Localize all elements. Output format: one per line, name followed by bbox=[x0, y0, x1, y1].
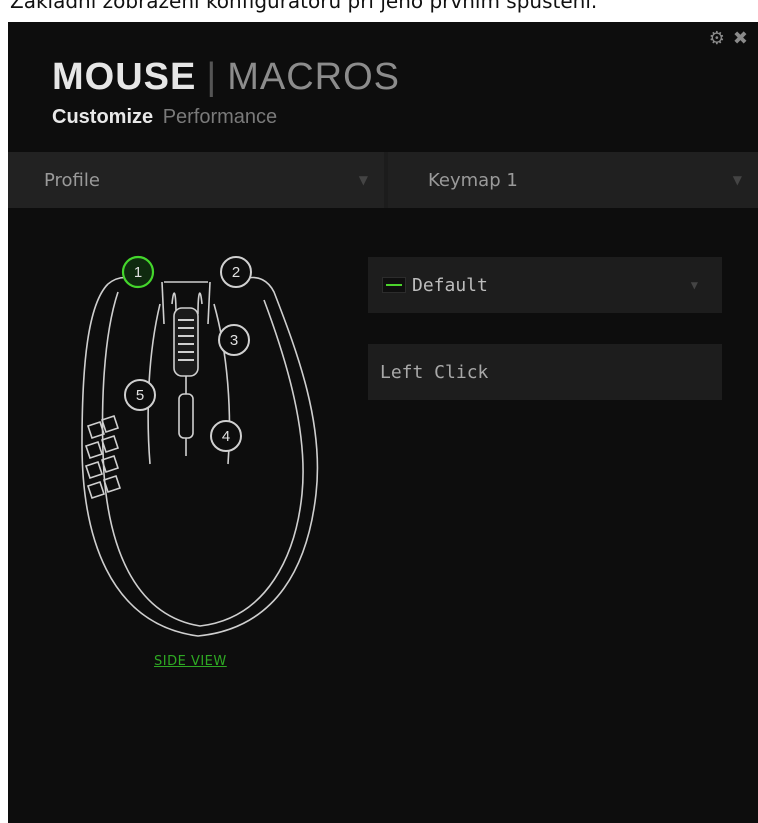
sub-tabs: Customize Performance bbox=[52, 106, 277, 129]
mouse-button-4-label: 4 bbox=[222, 428, 230, 445]
mouse-button-3-label: 3 bbox=[230, 332, 238, 349]
function-label: Left Click bbox=[380, 361, 489, 383]
tab-separator: | bbox=[206, 56, 218, 98]
gear-icon[interactable]: ⚙ bbox=[709, 28, 725, 49]
chevron-down-icon: ▼ bbox=[690, 278, 698, 292]
mouse-diagram: 1 2 3 4 5 bbox=[81, 255, 319, 637]
scroll-wheel bbox=[173, 307, 199, 456]
keymap-label: Keymap 1 bbox=[428, 169, 518, 191]
tab-mouse[interactable]: MOUSE bbox=[52, 56, 196, 98]
caption-text: Základní zobrazení konfigurátoru při jeh… bbox=[10, 0, 598, 13]
main-tabs: MOUSE | MACROS bbox=[52, 56, 400, 99]
mouse-button-2[interactable]: 2 bbox=[220, 256, 252, 288]
mouse-button-4[interactable]: 4 bbox=[210, 420, 242, 452]
keymap-dropdown[interactable]: Keymap 1 ▼ bbox=[388, 152, 758, 208]
mouse-button-2-label: 2 bbox=[232, 264, 240, 281]
mouse-button-1-label: 1 bbox=[134, 264, 142, 281]
chevron-down-icon: ▼ bbox=[732, 173, 742, 187]
app-window: ⚙ ✖ MOUSE | MACROS Customize Performance Pr… bbox=[8, 22, 758, 823]
tab-customize[interactable]: Customize bbox=[52, 106, 153, 128]
side-view-link[interactable]: SIDE VIEW bbox=[154, 654, 227, 669]
profile-dropdown[interactable]: Profile ▼ bbox=[8, 152, 384, 208]
tab-performance[interactable]: Performance bbox=[163, 106, 278, 128]
mouse-button-1[interactable]: 1 bbox=[121, 255, 155, 289]
assignment-selected: Default bbox=[412, 274, 488, 296]
mouse-click-icon bbox=[382, 277, 406, 293]
chevron-down-icon: ▼ bbox=[358, 173, 368, 187]
profile-label: Profile bbox=[44, 169, 100, 191]
profile-bar: Profile ▼ Keymap 1 ▼ bbox=[8, 152, 758, 208]
mouse-button-5[interactable]: 5 bbox=[124, 379, 156, 411]
close-icon[interactable]: ✖ bbox=[733, 28, 748, 49]
function-field[interactable]: Left Click bbox=[368, 344, 722, 400]
assignment-dropdown[interactable]: Default ▼ bbox=[368, 257, 722, 313]
mouse-button-5-label: 5 bbox=[136, 387, 144, 404]
window-controls: ⚙ ✖ bbox=[701, 28, 748, 49]
tab-macros[interactable]: MACROS bbox=[227, 56, 400, 98]
mouse-button-3[interactable]: 3 bbox=[218, 324, 250, 356]
